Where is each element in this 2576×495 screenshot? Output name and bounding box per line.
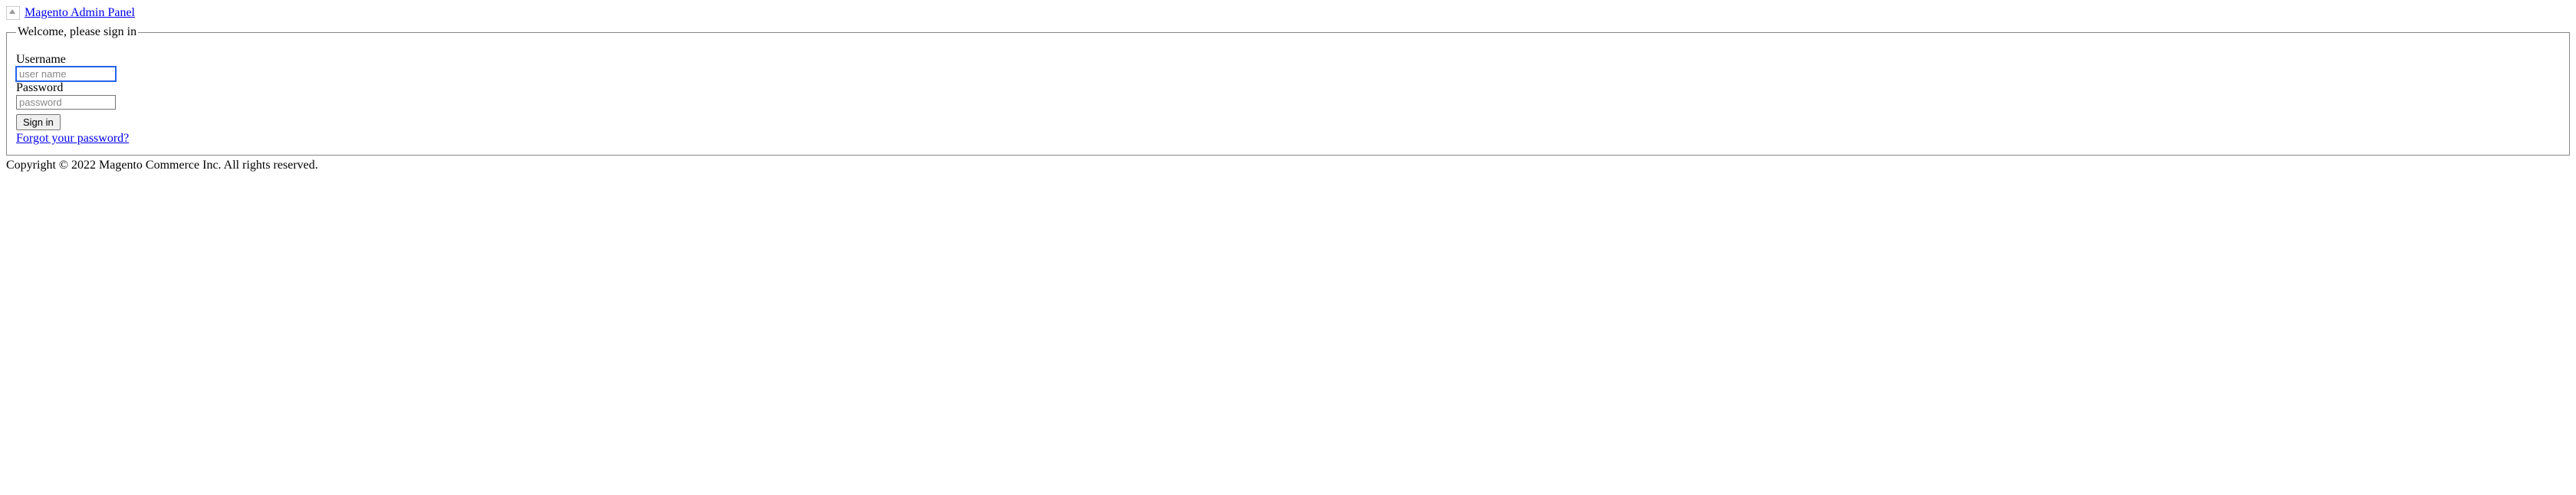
logo-link[interactable]: Magento Admin Panel [6, 6, 135, 20]
login-legend: Welcome, please sign in [16, 25, 138, 39]
username-input[interactable] [16, 67, 116, 81]
password-input[interactable] [16, 95, 116, 110]
forgot-password-link[interactable]: Forgot your password? [16, 132, 2560, 146]
broken-image-icon [6, 6, 20, 20]
login-fieldset: Welcome, please sign in Username Passwor… [6, 25, 2570, 156]
password-label: Password [16, 81, 2560, 95]
copyright-text: Copyright © 2022 Magento Commerce Inc. A… [6, 159, 2570, 172]
username-label: Username [16, 53, 2560, 67]
logo-alt-text: Magento Admin Panel [25, 6, 135, 20]
signin-button[interactable]: Sign in [16, 114, 61, 130]
